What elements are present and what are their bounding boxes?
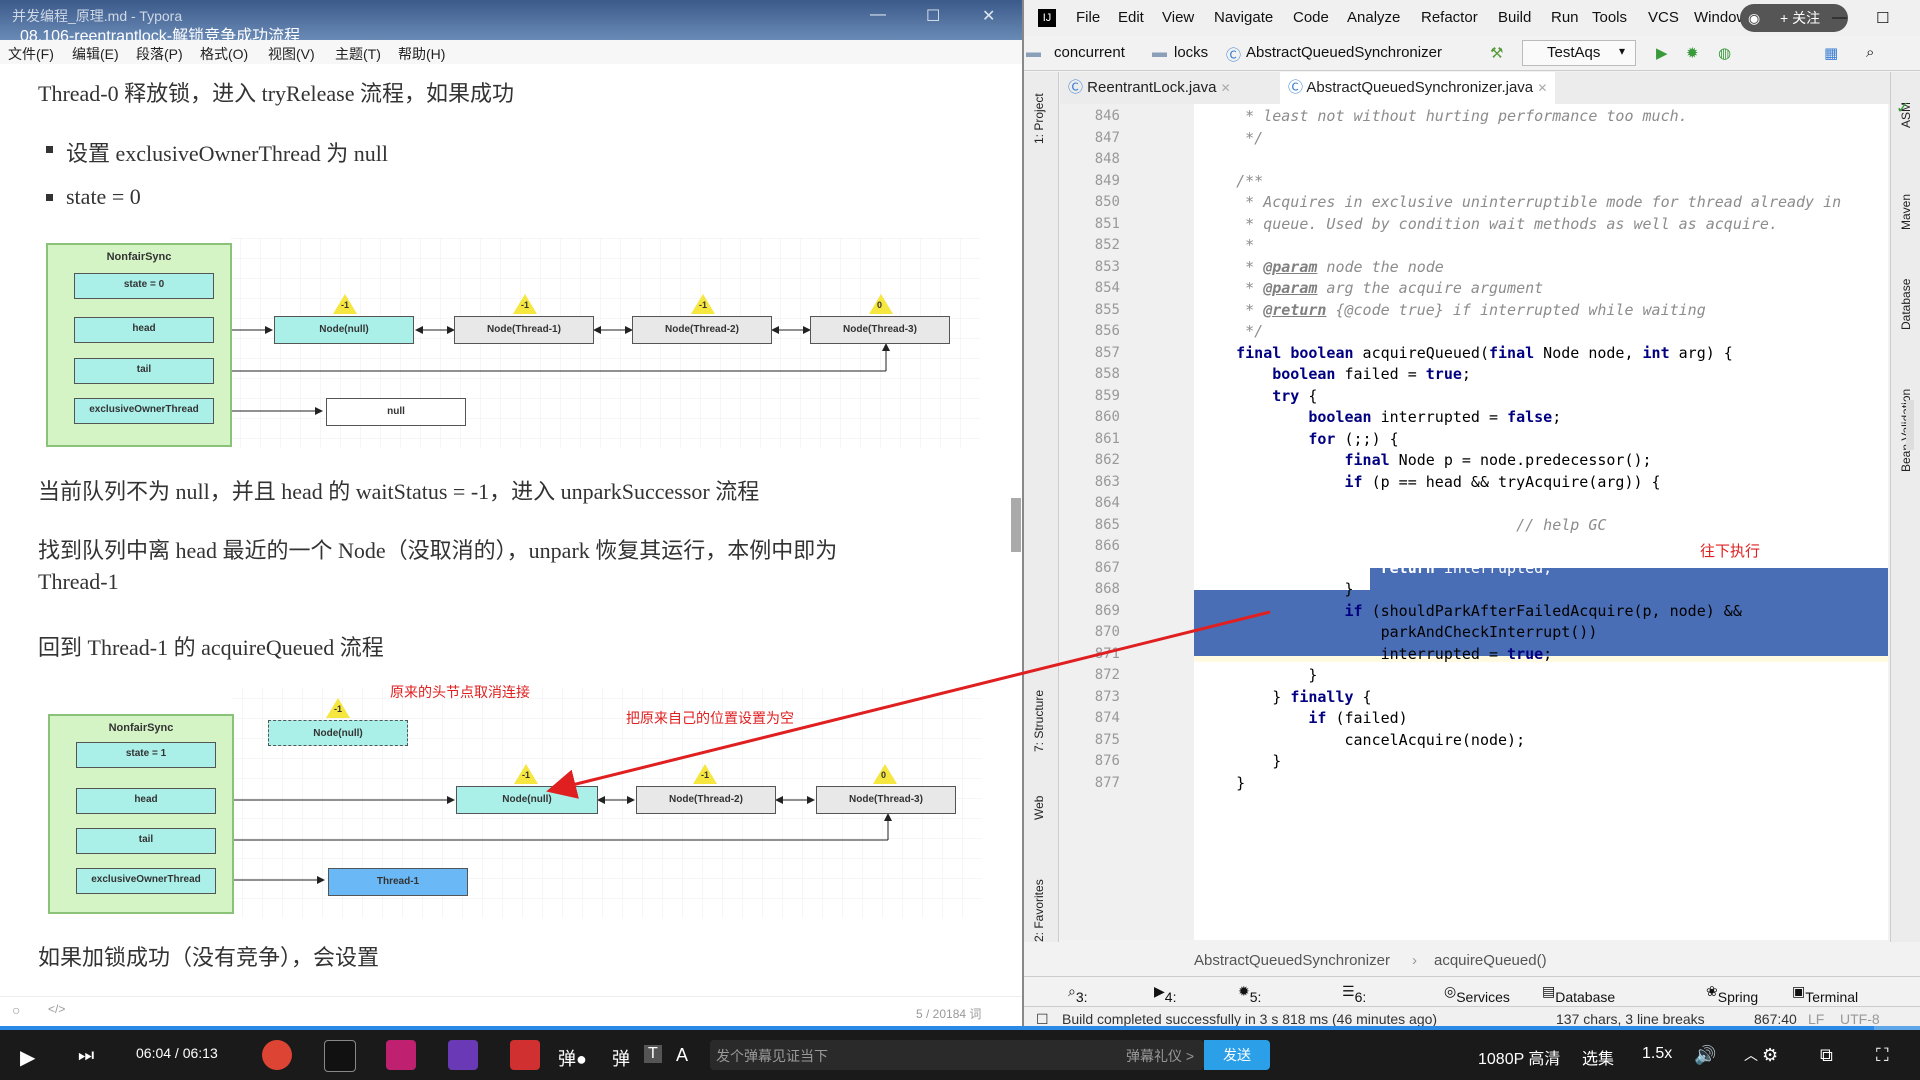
danmaku-input[interactable]: 发个弹幕见证当下 弹幕礼仪 > xyxy=(710,1040,1204,1070)
text-format-icon[interactable]: T xyxy=(644,1045,662,1063)
gear-icon[interactable]: ⚙ xyxy=(1762,1045,1778,1066)
xmind-icon[interactable] xyxy=(510,1040,540,1070)
chrome-icon[interactable] xyxy=(262,1040,292,1070)
next-icon[interactable]: ⏭ xyxy=(78,1045,94,1066)
terminal-icon[interactable] xyxy=(324,1040,356,1072)
fullscreen-icon[interactable]: ⛶ xyxy=(1876,1045,1889,1066)
red-arrow xyxy=(546,610,1271,799)
send-button[interactable]: 发送 xyxy=(1204,1040,1270,1070)
danmaku-toggle-icon[interactable]: 弹● xyxy=(558,1045,587,1071)
font-icon[interactable]: A xyxy=(676,1045,688,1066)
play-icon[interactable]: ▶ xyxy=(20,1045,35,1070)
volume-icon[interactable]: 🔊 xyxy=(1694,1045,1716,1066)
episodes-button[interactable]: 选集 xyxy=(1582,1045,1614,1069)
chevron-up-icon[interactable]: ︿ xyxy=(1744,1045,1758,1065)
intellij-icon[interactable] xyxy=(386,1040,416,1070)
speed-select[interactable]: 1.5x xyxy=(1642,1045,1672,1063)
pip-icon[interactable]: ⧉ xyxy=(1820,1045,1833,1066)
red-arrow-overlay xyxy=(546,610,1271,799)
video-control-bar: ▶ ⏭ 06:04 / 06:13 弹● 弹 T A 发个弹幕见证当下 弹幕礼仪… xyxy=(0,1030,1920,1080)
quality-select[interactable]: 1080P 高清 xyxy=(1478,1045,1560,1069)
danmaku-settings-icon[interactable]: 弹 xyxy=(612,1045,630,1071)
playback-time: 06:04 / 06:13 xyxy=(136,1045,218,1061)
app-icon[interactable] xyxy=(448,1040,478,1070)
